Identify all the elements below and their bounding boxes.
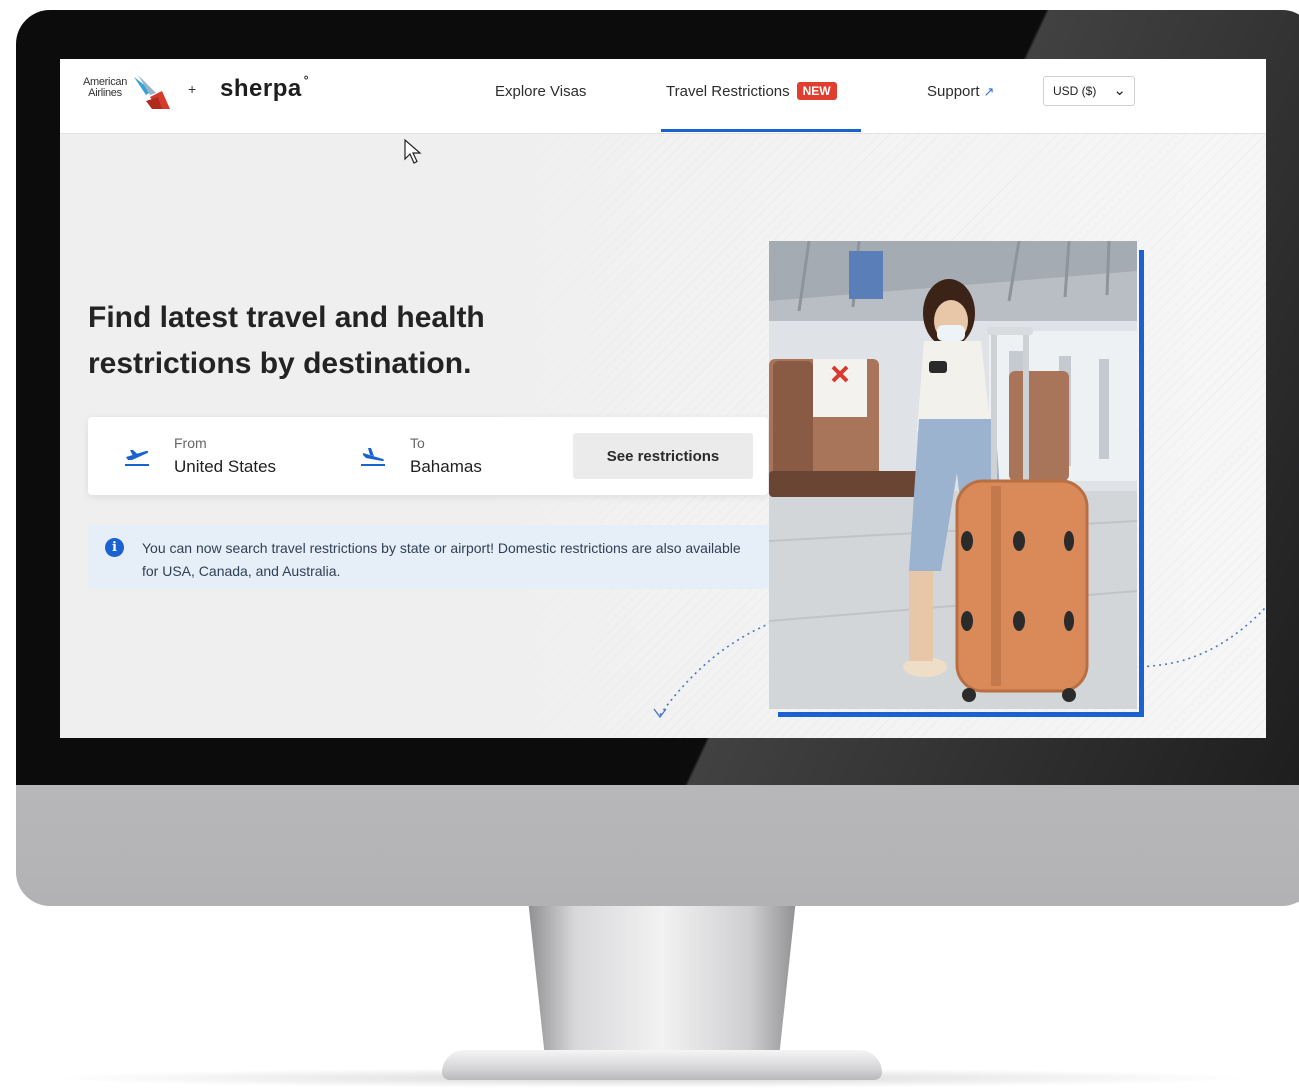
sherpa-logo-mark: ° xyxy=(303,73,310,87)
nav-explore-visas[interactable]: Explore Visas xyxy=(495,83,586,100)
traveler-photo-illustration xyxy=(769,241,1137,709)
plane-departure-icon xyxy=(125,450,149,466)
search-card: From United States To Bahamas See restri… xyxy=(88,417,768,495)
from-value: United States xyxy=(174,457,277,476)
top-navbar: American Airlines + sherpa ° Explore Visa… xyxy=(60,59,1266,134)
info-icon: i xyxy=(105,538,124,557)
traveler-photo xyxy=(769,241,1137,709)
currency-value: USD ($) xyxy=(1053,84,1097,98)
monitor-stand-neck xyxy=(528,906,796,1058)
nav-support[interactable]: Support ↗ xyxy=(927,83,994,100)
monitor-stand-base xyxy=(442,1050,882,1080)
to-value: Bahamas xyxy=(410,457,482,476)
to-label: To xyxy=(410,435,425,451)
screen: American Airlines + sherpa ° Explore Visa… xyxy=(60,59,1266,738)
new-badge: NEW xyxy=(796,82,837,100)
american-airlines-logo-icon[interactable] xyxy=(132,71,172,111)
external-link-icon: ↗ xyxy=(983,84,995,99)
sherpa-logo-text: sherpa xyxy=(220,75,302,102)
currency-select[interactable]: USD ($) ⌄ xyxy=(1043,76,1135,106)
info-banner-text: You can now search travel restrictions b… xyxy=(142,540,741,579)
mouse-cursor-icon xyxy=(404,139,422,164)
partner-plus-sign: + xyxy=(188,81,197,97)
from-field[interactable]: From United States xyxy=(124,435,324,479)
nav-travel-restrictions[interactable]: Travel Restrictions NEW xyxy=(666,82,837,101)
american-airlines-logo-text[interactable]: American Airlines xyxy=(74,77,136,99)
see-restrictions-button[interactable]: See restrictions xyxy=(573,433,753,479)
chevron-down-icon: ⌄ xyxy=(1113,82,1126,99)
to-field[interactable]: To Bahamas xyxy=(360,435,560,479)
nav-support-label: Support xyxy=(927,83,980,100)
active-tab-indicator xyxy=(661,129,861,132)
nav-travel-restrictions-label: Travel Restrictions xyxy=(666,83,790,100)
plane-arrival-icon xyxy=(361,448,385,466)
sherpa-logo[interactable]: sherpa ° xyxy=(220,73,310,103)
page-title: Find latest travel and health restrictio… xyxy=(88,301,485,380)
from-label: From xyxy=(174,435,207,451)
info-banner: i You can now search travel restrictions… xyxy=(88,525,770,589)
